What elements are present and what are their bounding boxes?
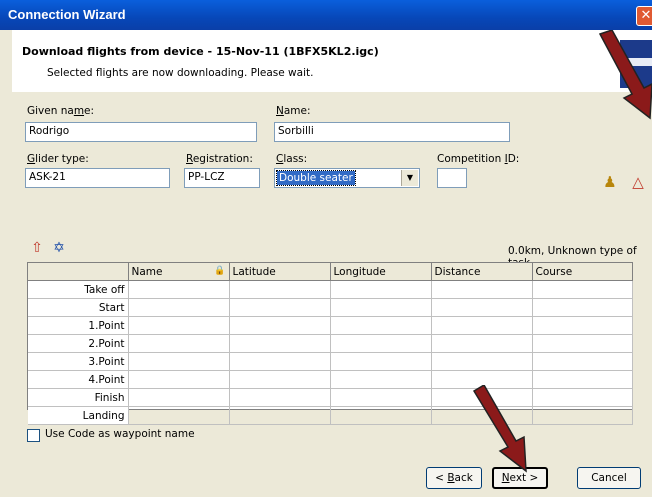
cancel-button[interactable]: Cancel [577,467,641,489]
window-title: Connection Wizard [8,7,126,22]
row-label: 3.Point [28,352,129,371]
row-label: 4.Point [28,370,129,389]
column-header-latitude[interactable]: Latitude [229,263,331,281]
table-row[interactable]: 3.Point [28,352,633,371]
glider-type-field[interactable]: ASK-21 [25,168,170,188]
upload-waypoint-icon[interactable]: ⇧ [27,238,47,258]
triangle-task-icon[interactable]: △ [628,172,648,192]
table-row[interactable]: Landing [28,406,633,425]
column-header-distance[interactable]: Distance [431,263,533,281]
given-name-field[interactable]: Rodrigo [25,122,257,142]
table-row[interactable]: 2.Point [28,334,633,353]
name-label: Name: [276,105,311,117]
table-row[interactable]: Take off [28,280,633,299]
lock-icon: 🔒 [214,265,226,276]
header-title: Download flights from device - 15-Nov-11… [22,45,379,58]
table-row[interactable]: Finish [28,388,633,407]
optimize-icon[interactable]: ✡ [49,238,69,258]
row-label: 2.Point [28,334,129,353]
use-code-checkbox[interactable] [27,429,40,442]
header-subtitle: Selected flights are now downloading. Pl… [47,67,314,79]
competition-id-field[interactable] [437,168,467,188]
table-row[interactable]: 1.Point [28,316,633,335]
back-button[interactable]: < Back [426,467,482,489]
wizard-header: Download flights from device - 15-Nov-11… [12,30,652,93]
class-selected-value: Double seater [276,170,356,186]
column-header-longitude[interactable]: Longitude [330,263,432,281]
next-button[interactable]: Next > [492,467,548,489]
row-label: Start [28,298,129,317]
class-dropdown[interactable]: Double seater ▼ [274,168,420,188]
column-header-course[interactable]: Course [532,263,633,281]
chevron-down-icon[interactable]: ▼ [401,170,418,186]
competition-id-label: Competition ID: [437,153,520,165]
app-logo [620,40,652,88]
glider-type-label: Glider type: [27,153,89,165]
row-label: Take off [28,280,129,299]
row-label: Finish [28,388,129,407]
people-icon[interactable]: ♟ [600,172,620,192]
table-row[interactable]: Start [28,298,633,317]
waypoint-grid[interactable]: Name 🔒 Latitude Longitude Distance Course… [27,262,633,425]
name-field[interactable]: Sorbilli [274,122,510,142]
table-row[interactable]: 4.Point [28,370,633,389]
registration-label: Registration: [186,153,253,165]
use-code-label: Use Code as waypoint name [45,428,195,440]
registration-field[interactable]: PP-LCZ [184,168,260,188]
close-button[interactable]: ✕ [636,6,652,26]
row-label: Landing [28,406,129,425]
given-name-label: Given name: [27,105,95,117]
grid-header-row: Name 🔒 Latitude Longitude Distance Course [28,263,633,281]
class-label: Class: [276,153,308,165]
column-header-name[interactable]: Name 🔒 [128,263,230,281]
title-bar: Connection Wizard [0,0,652,30]
row-label: 1.Point [28,316,129,335]
column-header-corner [28,263,129,281]
